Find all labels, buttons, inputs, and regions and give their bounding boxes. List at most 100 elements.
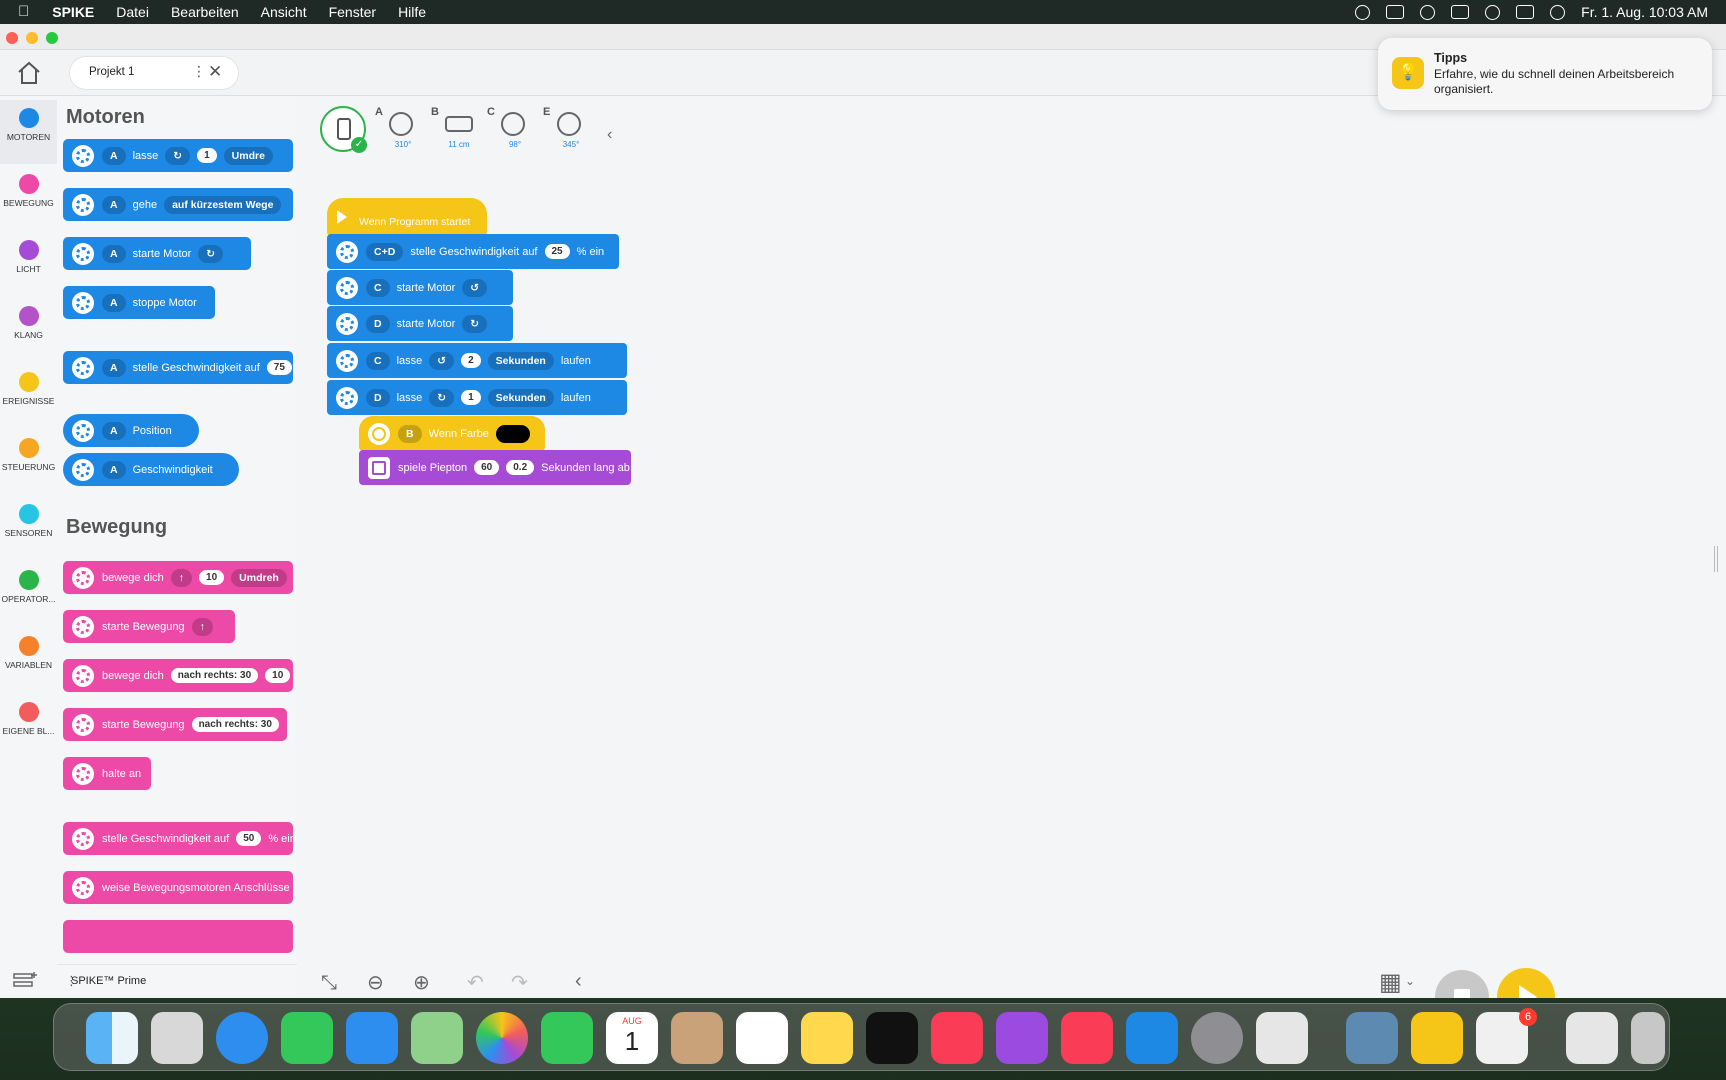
direction-dropdown[interactable]: ↺ [429,351,455,370]
direction-dropdown[interactable]: ↻ [165,146,191,165]
redo-icon[interactable]: ↷ [511,970,528,995]
stop-button[interactable] [1435,970,1489,998]
script-hat-program-start[interactable]: Wenn Programm startet [327,198,487,236]
messages-icon[interactable] [281,1012,333,1064]
mail-icon[interactable] [346,1012,398,1064]
steering-input[interactable]: nach rechts: 30 [170,668,259,683]
port-e-status[interactable]: E 345° [543,106,595,156]
collapse-toolbar-icon[interactable]: ‹ [575,970,582,993]
port-dropdown[interactable]: C+D [366,242,404,261]
tips-notification[interactable]: 💡 Tipps Erfahre, wie du schnell deinen A… [1378,38,1712,110]
photos-icon[interactable] [476,1012,528,1064]
menu-hilfe[interactable]: Hilfe [387,0,437,24]
launchpad-icon[interactable] [151,1012,203,1064]
zoom-in-icon[interactable]: ⊕ [413,970,430,995]
port-c-status[interactable]: C 98° [487,106,539,156]
music-icon[interactable] [931,1012,983,1064]
menu-bearbeiten[interactable]: Bearbeiten [160,0,250,24]
facetime-icon[interactable] [541,1012,593,1064]
value-input[interactable]: 2 [461,353,481,368]
port-dropdown[interactable]: A [102,421,126,440]
port-b-status[interactable]: B 11 cm [431,106,483,156]
undo-icon[interactable]: ↶ [467,970,484,995]
palette-block-weise-anschluesse[interactable]: weise Bewegungsmotoren Anschlüsse [63,871,293,904]
direction-dropdown[interactable]: ↻ [198,244,224,263]
programming-canvas[interactable]: ✓ A 310° B 11 cm C 98° E 345° ‹ Wenn Program… [297,96,1726,998]
palette-reporter-geschwindigkeit[interactable]: A Geschwindigkeit [63,453,239,486]
direction-dropdown[interactable]: ↑ [170,568,193,587]
podcasts-icon[interactable] [996,1012,1048,1064]
spotlight-search-icon[interactable] [1485,4,1501,20]
value-input[interactable]: 10 [199,570,225,585]
category-bewegung[interactable]: BEWEGUNG [0,166,57,230]
siri-icon[interactable] [1550,4,1566,20]
script-block-run-motor-c[interactable]: Classe ↺ 2 Sekunden laufen [327,343,627,378]
script-block-set-speed[interactable]: C+D stelle Geschwindigkeit auf 25 % ein [327,234,619,269]
port-dropdown[interactable]: A [102,293,126,312]
palette-block-halte-an[interactable]: halte an [63,757,151,790]
palette-block-partial[interactable] [63,920,293,953]
port-dropdown[interactable]: A [102,358,126,377]
script-block-start-motor-c[interactable]: Cstarte Motor ↺ [327,270,513,305]
menu-clock[interactable]: Fr. 1. Aug. 10:03 AM [1581,4,1708,20]
pitch-input[interactable]: 60 [474,460,500,475]
value-input[interactable]: 10 [265,668,291,683]
palette-block-stelle-bewegungsgeschwindigkeit[interactable]: stelle Geschwindigkeit auf 50 % ein [63,822,293,855]
finder-icon[interactable] [86,1012,138,1064]
notes-icon[interactable] [801,1012,853,1064]
port-dropdown[interactable]: B [398,424,422,443]
home-icon[interactable] [14,58,44,88]
trash-icon[interactable] [1631,1012,1665,1064]
port-dropdown[interactable]: D [366,388,390,407]
palette-block-starte-bewegung[interactable]: starte Bewegung ↑ [63,610,235,643]
play-status-icon[interactable] [1355,4,1371,20]
unit-dropdown[interactable]: Sekunden [487,351,554,370]
iphone-mirroring-icon[interactable] [1256,1012,1308,1064]
script-block-play-beep[interactable]: spiele Piepton 60 0.2 Sekunden lang ab [359,450,631,485]
zoom-out-icon[interactable]: ⊖ [367,970,384,995]
category-variablen[interactable]: VARIABLEN [0,628,57,692]
palette-block-starte-motor[interactable]: Astarte Motor ↻ [63,237,251,270]
script-hat-when-color[interactable]: B Wenn Farbe [359,416,545,451]
value-input[interactable]: 75 [266,360,292,375]
port-dropdown[interactable]: A [102,460,126,479]
maps-icon[interactable] [411,1012,463,1064]
news-icon[interactable] [1061,1012,1113,1064]
unit-dropdown[interactable]: Sekunden [487,388,554,407]
display-icon[interactable] [1451,5,1470,19]
value-input[interactable]: 50 [236,831,262,846]
wifi-icon[interactable] [1420,4,1436,20]
downloads-folder-icon[interactable] [1566,1012,1618,1064]
direction-dropdown[interactable]: ↻ [429,388,455,407]
layout-grid-icon[interactable]: ▦ [1379,968,1402,997]
apple-tv-icon[interactable] [866,1012,918,1064]
preview-icon[interactable] [1346,1012,1398,1064]
option-dropdown[interactable]: auf kürzestem Wege [164,195,282,214]
port-dropdown[interactable]: A [102,146,126,165]
palette-reporter-position[interactable]: A Position [63,414,199,447]
palette-block-gehe[interactable]: Agehe auf kürzestem Wege [63,188,293,221]
direction-dropdown[interactable]: ↺ [462,278,488,297]
battery-icon[interactable] [1386,5,1405,19]
palette-block-stoppe-motor[interactable]: Astoppe Motor [63,286,215,319]
reminders-icon[interactable] [736,1012,788,1064]
extensions-icon[interactable] [12,970,40,992]
run-button[interactable] [1497,968,1555,998]
contacts-icon[interactable] [671,1012,723,1064]
direction-dropdown[interactable]: ↑ [191,617,213,636]
category-motoren[interactable]: MOTOREN [0,100,57,164]
category-licht[interactable]: LICHT [0,232,57,296]
script-block-run-motor-d[interactable]: Dlasse ↻ 1 Sekunden laufen [327,380,627,415]
palette-block-lasse-motor[interactable]: Alasse ↻ 1 Umdre [63,139,293,172]
menu-datei[interactable]: Datei [105,0,160,24]
menu-fenster[interactable]: Fenster [318,0,387,24]
unit-dropdown[interactable]: Umdre [223,146,273,165]
script-block-start-motor-d[interactable]: Dstarte Motor ↻ [327,306,513,341]
project-tab[interactable]: Projekt 1 ⋮ ✕ [70,57,238,89]
steering-input[interactable]: nach rechts: 30 [191,717,279,732]
category-ereignisse[interactable]: EREIGNISSE [0,364,57,428]
close-window-button[interactable] [6,32,18,44]
hub-connection-button[interactable]: ✓ [320,106,367,153]
category-steuerung[interactable]: STEUERUNG [0,430,57,494]
hub-type-label[interactable]: SPIKE™ Prime [71,975,146,987]
